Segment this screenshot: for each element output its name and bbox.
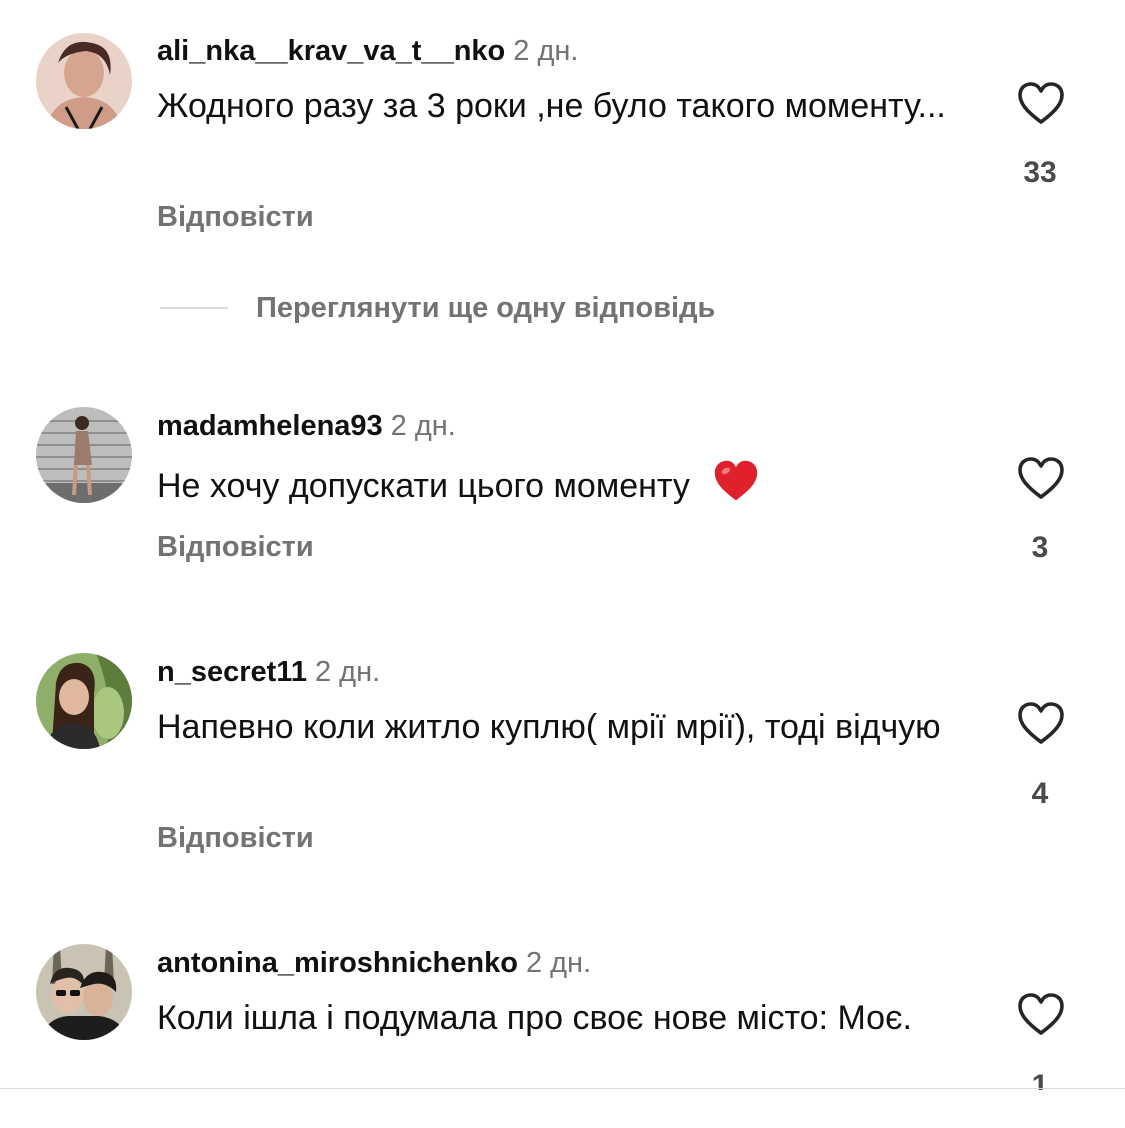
- timestamp: 2 дн.: [390, 410, 456, 442]
- comment-text: Коли ішла і подумала про своє нове місто…: [157, 999, 912, 1037]
- avatar[interactable]: [36, 33, 132, 129]
- comment-text: Жодного разу за 3 роки ,не було такого м…: [157, 87, 946, 125]
- avatar[interactable]: [36, 407, 132, 503]
- like-count[interactable]: 3: [1000, 530, 1080, 566]
- comment-text-body: Не хочу допускати цього моменту: [157, 467, 690, 505]
- replies-divider-line: [160, 307, 228, 309]
- timestamp: 2 дн.: [525, 947, 592, 979]
- heart-outline-icon[interactable]: [1016, 455, 1066, 501]
- heart-outline-icon[interactable]: [1016, 700, 1066, 746]
- heart-outline-icon[interactable]: [1016, 80, 1066, 126]
- reply-button[interactable]: Відповісти: [157, 529, 314, 565]
- comment-meta: n_secret11 2 дн.: [157, 654, 380, 690]
- comment-meta: madamhelena93 2 дн.: [157, 408, 456, 444]
- view-more-replies-button[interactable]: Переглянути ще одну відповідь: [160, 288, 715, 328]
- reply-button[interactable]: Відповісти: [157, 820, 314, 856]
- comment-text: Не хочу допускати цього моменту: [157, 459, 977, 514]
- timestamp: 2 дн.: [513, 35, 579, 67]
- username[interactable]: madamhelena93: [157, 410, 383, 442]
- like-count[interactable]: 4: [1000, 776, 1080, 812]
- view-more-replies-label: Переглянути ще одну відповідь: [256, 291, 716, 324]
- username[interactable]: antonina_miroshnichenko: [157, 947, 518, 979]
- comment-meta: antonina_miroshnichenko 2 дн.: [157, 945, 591, 981]
- reply-button[interactable]: Відповісти: [157, 199, 314, 235]
- comment-text: Напевно коли житло куплю( мрії мрії), то…: [157, 708, 941, 746]
- like-count[interactable]: 33: [1000, 155, 1080, 191]
- bottom-divider: [0, 1088, 1125, 1089]
- bottom-bar-mask: [990, 1090, 1110, 1128]
- comment-meta: ali_nka__krav_va_t__nko 2 дн.: [157, 33, 578, 69]
- username[interactable]: n_secret11: [157, 656, 307, 688]
- avatar[interactable]: [36, 944, 132, 1040]
- timestamp: 2 дн.: [314, 656, 381, 688]
- red-heart-emoji: [713, 459, 759, 514]
- username[interactable]: ali_nka__krav_va_t__nko: [157, 35, 505, 67]
- avatar[interactable]: [36, 653, 132, 749]
- heart-outline-icon[interactable]: [1016, 991, 1066, 1037]
